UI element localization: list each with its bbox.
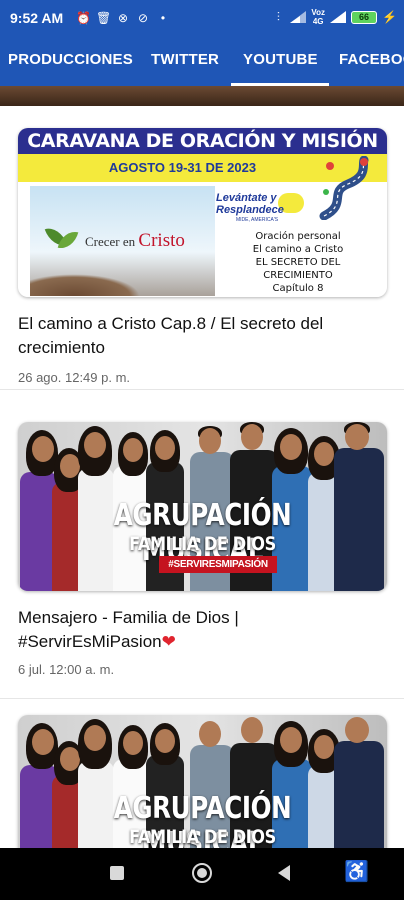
- soil-graphic: [30, 274, 140, 296]
- thumbnail-banner: CARAVANA DE ORACIÓN Y MISIÓN: [18, 128, 387, 154]
- tab-facebook[interactable]: FACEBOOK: [339, 51, 404, 68]
- thumbnail-title-2: FAMILIA DE DIOS: [129, 826, 276, 848]
- desc-line: El camino a Cristo: [252, 244, 344, 255]
- status-system-icons: ⫶ Voz 4G 66 ⚡: [271, 8, 397, 26]
- tab-youtube[interactable]: YOUTUBE: [243, 51, 318, 68]
- divider: [0, 389, 404, 390]
- desc-line: CRECIMIENTO: [263, 270, 333, 281]
- recent-apps-icon[interactable]: [110, 866, 124, 880]
- video-date: 6 jul. 12:00 a. m.: [18, 662, 115, 677]
- previous-video-thumbnail[interactable]: [0, 86, 404, 106]
- accessibility-icon[interactable]: ♿: [344, 862, 369, 882]
- video-thumbnail[interactable]: CARAVANA DE ORACIÓN Y MISIÓN AGOSTO 19-3…: [18, 128, 387, 297]
- cell-signal-icon: [330, 11, 346, 23]
- video-title[interactable]: El camino a Cristo Cap.8 / El secreto de…: [18, 312, 378, 360]
- levantate-logo: Levántate y Resplandece MIDE, AMERICA'S: [216, 190, 306, 223]
- logo-subtext: MIDE, AMERICA'S: [236, 217, 279, 223]
- alarm-icon: ⏰: [76, 11, 91, 25]
- video-title-line-2: #ServirEsMiPasion: [18, 632, 162, 651]
- logo-line-1: Levántate y: [216, 192, 277, 204]
- desc-line: Capítulo 8: [272, 283, 324, 294]
- video-date: 26 ago. 12:49 p. m.: [18, 370, 131, 385]
- desc-line: Oración personal: [255, 231, 341, 242]
- thumbnail-photo: Crecer en Cristo: [30, 186, 215, 296]
- dot-icon: •: [160, 11, 166, 25]
- voz-lte-icon: Voz 4G: [311, 8, 325, 26]
- system-nav-bar: ♿: [0, 848, 404, 900]
- battery-icon: 66: [351, 10, 377, 24]
- video-thumbnail[interactable]: AGRUPACIÓN MUSICAL FAMILIA DE DIOS: [18, 715, 387, 848]
- caption-small: Crecer en: [85, 234, 136, 249]
- video-title[interactable]: Mensajero - Familia de Dios | #ServirEsM…: [18, 606, 378, 654]
- tab-twitter[interactable]: TWITTER: [151, 51, 219, 68]
- thumbnail-body: Crecer en Cristo Levántate y Resplandece…: [18, 156, 387, 297]
- back-icon[interactable]: [278, 865, 290, 881]
- do-not-disturb-icon: ⊘: [137, 11, 149, 25]
- blocked-icon: ⊗: [117, 11, 129, 25]
- trash-icon: 🗑: [96, 11, 112, 25]
- road-map-icon: [319, 156, 369, 220]
- caption-big: Cristo: [138, 230, 185, 251]
- video-thumbnail[interactable]: AGRUPACIÓN MUSICAL FAMILIA DE DIOS #SERV…: [18, 422, 387, 591]
- status-time: 9:52 AM: [10, 10, 64, 26]
- logo-text: Levántate y Resplandece: [216, 192, 284, 216]
- vibrate-icon: ⫶: [276, 10, 280, 24]
- thumbnail-photo-caption: Crecer en Cristo: [85, 230, 185, 252]
- status-bar: 9:52 AM ⏰ 🗑 ⊗ ⊘ • ⫶ Voz 4G 66 ⚡: [0, 0, 404, 36]
- status-notification-icons: ⏰ 🗑 ⊗ ⊘ •: [76, 11, 170, 25]
- heart-emoji-icon: ❤: [161, 632, 176, 651]
- sprout-icon: [44, 223, 79, 256]
- logo-line-2: Resplandece: [216, 204, 284, 216]
- charging-icon: ⚡: [382, 10, 397, 24]
- voz-sublabel: 4G: [312, 17, 324, 26]
- video-title-line-1: Mensajero - Familia de Dios |: [18, 608, 239, 627]
- voz-label: Voz: [311, 8, 325, 17]
- tab-producciones[interactable]: PRODUCCIONES: [8, 51, 133, 68]
- wifi-signal-icon: [290, 11, 307, 23]
- thumbnail-hashtag: #SERVIRESMIPASIÓN: [159, 556, 277, 573]
- video-list[interactable]: CARAVANA DE ORACIÓN Y MISIÓN AGOSTO 19-3…: [0, 86, 404, 848]
- tab-bar: PRODUCCIONES TWITTER YOUTUBE FACEBOOK: [0, 36, 404, 86]
- desc-line: EL SECRETO DEL: [255, 257, 341, 268]
- thumbnail-title-2: FAMILIA DE DIOS: [129, 533, 276, 555]
- thumbnail-description: Oración personal El camino a Cristo EL S…: [218, 230, 378, 295]
- divider: [0, 698, 404, 699]
- home-icon[interactable]: [192, 863, 212, 883]
